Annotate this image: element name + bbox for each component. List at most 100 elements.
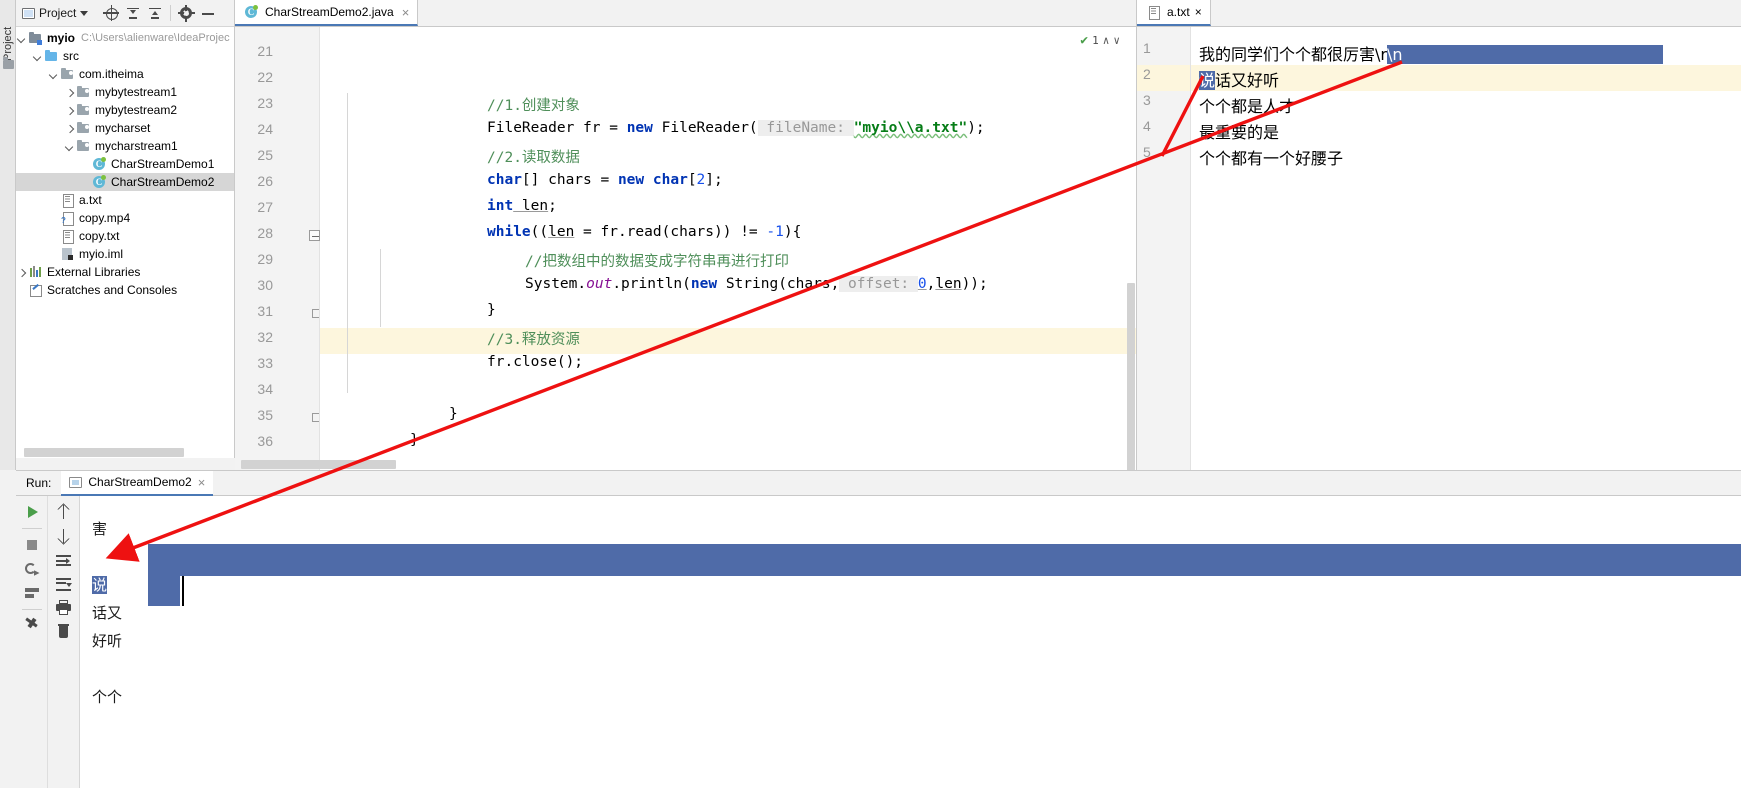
inspection-widget[interactable]: ✔ 1 ∧ ∨	[1080, 33, 1120, 48]
line-number: 26	[257, 173, 273, 189]
console-toggle-button[interactable]	[21, 582, 43, 604]
chevron-down-icon[interactable]	[32, 51, 43, 62]
print-button[interactable]	[53, 597, 75, 619]
tree-item-path: C:\Users\alienware\IdeaProjec	[81, 32, 230, 44]
tree-item-mycharset[interactable]: mycharset	[16, 119, 234, 137]
code-fold-bracket-icon[interactable]	[309, 412, 320, 423]
code-line-24: FileReader fr = new FileReader( fileName…	[487, 120, 985, 136]
line-number: 36	[257, 433, 273, 449]
code-line-28: while((len = fr.read(chars)) != -1){	[487, 224, 802, 240]
code-line-26: char[] chars = new char[2];	[487, 172, 723, 188]
chevron-down-icon[interactable]	[64, 141, 75, 152]
expand-all-icon[interactable]	[124, 4, 142, 22]
indent-guide	[380, 249, 381, 327]
line-number: 32	[257, 329, 273, 345]
clear-all-button[interactable]	[53, 621, 75, 643]
chevron-right-icon[interactable]	[64, 123, 75, 134]
chevron-right-icon[interactable]	[64, 87, 75, 98]
tab-a-txt[interactable]: a.txt ×	[1137, 0, 1211, 26]
editor-code-area[interactable]: //1.创建对象 FileReader fr = new FileReader(…	[320, 27, 1136, 470]
tree-item-mybytestream1[interactable]: mybytestream1	[16, 83, 234, 101]
code-fold-bracket-icon[interactable]	[309, 308, 320, 319]
tree-item-charstreamdemo2[interactable]: C CharStreamDemo2	[16, 173, 234, 191]
tree-item-label: External Libraries	[47, 265, 141, 279]
project-view-selector[interactable]: Project	[22, 6, 89, 20]
tree-item-charstreamdemo1[interactable]: C CharStreamDemo1	[16, 155, 234, 173]
right-editor-body: 12345 我的同学们个个都很厉害\r\n 说话又好听 个个都是人才 最重要的是 个个都…	[1137, 27, 1741, 470]
structure-icon[interactable]	[3, 57, 14, 69]
chevron-down-icon[interactable]	[16, 33, 27, 44]
project-horizontal-scrollbar[interactable]	[24, 448, 184, 457]
toolbar-divider	[21, 609, 42, 610]
pin-tab-button[interactable]	[21, 615, 43, 637]
tab-label: CharStreamDemo2.java	[265, 5, 394, 19]
collapse-all-icon[interactable]	[146, 4, 164, 22]
run-tab-charstreamdemo2[interactable]: CharStreamDemo2 ×	[61, 470, 214, 496]
console-output[interactable]: 害说话又 好听 个个	[80, 496, 1741, 788]
tree-item-label: Scratches and Consoles	[47, 283, 178, 297]
tree-item-a-txt[interactable]: a.txt	[16, 191, 234, 209]
main-editor: C CharStreamDemo2.java × 21 22 23 24 25 26 27 2…	[235, 0, 1136, 470]
tree-item-label: src	[63, 49, 79, 63]
console-selection-char	[148, 576, 180, 606]
close-icon[interactable]: ×	[402, 5, 410, 20]
editor-vertical-scrollbar[interactable]	[1127, 283, 1135, 470]
chevron-right-icon[interactable]	[16, 267, 27, 278]
tree-item-src[interactable]: src	[16, 47, 234, 65]
tree-item-label: copy.txt	[79, 229, 120, 243]
chevron-up-icon[interactable]: ∧	[1103, 34, 1110, 47]
rerun-failed-button[interactable]	[21, 558, 43, 580]
close-icon[interactable]: ×	[1195, 5, 1202, 19]
project-tool-button[interactable]: Project	[2, 19, 14, 61]
line-text: 最重要的是	[1199, 123, 1280, 142]
tree-item-mycharstream1[interactable]: mycharstream1	[16, 137, 234, 155]
soft-wrap-button[interactable]	[53, 549, 75, 571]
tree-item-myio[interactable]: myio C:\Users\alienware\IdeaProjec	[16, 29, 234, 47]
package-icon	[76, 85, 90, 99]
line-number: 4	[1143, 118, 1151, 134]
editor-gutter[interactable]: 21 22 23 24 25 26 27 28 29 30 31 32 33 34 35 36	[235, 27, 320, 470]
code-line-25: //2.读取数据	[487, 150, 580, 166]
tree-item-copy-txt[interactable]: copy.txt	[16, 227, 234, 245]
tab-charstreamdemo2-java[interactable]: C CharStreamDemo2.java ×	[235, 0, 419, 26]
tab-label: a.txt	[1167, 5, 1190, 19]
scroll-up-button[interactable]	[53, 501, 75, 523]
scroll-to-end-button[interactable]	[53, 573, 75, 595]
scroll-down-button[interactable]	[53, 525, 75, 547]
stop-button[interactable]	[21, 534, 43, 556]
editor-horizontal-scrollbar[interactable]	[241, 460, 396, 469]
line-number: 29	[257, 251, 273, 267]
tree-item-label: mycharstream1	[95, 139, 178, 153]
code-fold-collapse-icon[interactable]	[309, 230, 320, 241]
tree-item-label: mybytestream1	[95, 85, 178, 99]
line-number: 5	[1143, 144, 1151, 160]
chevron-down-icon[interactable]: ∨	[1113, 34, 1120, 47]
right-editor-code-area[interactable]: 我的同学们个个都很厉害\r\n 说话又好听 个个都是人才 最重要的是 个个都有一个好腰子	[1191, 27, 1741, 470]
minimize-icon[interactable]	[199, 4, 217, 22]
line-text: 个个都是人才	[1199, 97, 1296, 116]
gear-icon[interactable]	[177, 4, 195, 22]
tree-item-external-libraries[interactable]: External Libraries	[16, 263, 234, 281]
line-number: 33	[257, 355, 273, 371]
line-number: 27	[257, 199, 273, 215]
selected-text: 说	[1199, 71, 1216, 90]
tree-item-label: mycharset	[95, 121, 151, 135]
line-number: 31	[257, 303, 273, 319]
tree-item-myio-iml[interactable]: myio.iml	[16, 245, 234, 263]
package-icon	[76, 139, 90, 153]
project-toolbar: Project	[16, 0, 234, 27]
run-body: 害说话又 好听 个个	[16, 496, 1741, 788]
chevron-down-icon[interactable]	[48, 69, 59, 80]
right-editor-gutter[interactable]: 1 2 3 4 5	[1137, 27, 1191, 470]
run-button[interactable]	[21, 501, 43, 523]
close-icon[interactable]: ×	[198, 475, 206, 490]
chevron-right-icon[interactable]	[64, 105, 75, 116]
tree-item-scratches-and-consoles[interactable]: Scratches and Consoles	[16, 281, 234, 299]
locate-icon[interactable]	[102, 4, 120, 22]
line-number: 30	[257, 277, 273, 293]
tree-item-mybytestream2[interactable]: mybytestream2	[16, 101, 234, 119]
tree-item-com-itheima[interactable]: com.itheima	[16, 65, 234, 83]
tree-item-copy-mp4[interactable]: ? copy.mp4	[16, 209, 234, 227]
